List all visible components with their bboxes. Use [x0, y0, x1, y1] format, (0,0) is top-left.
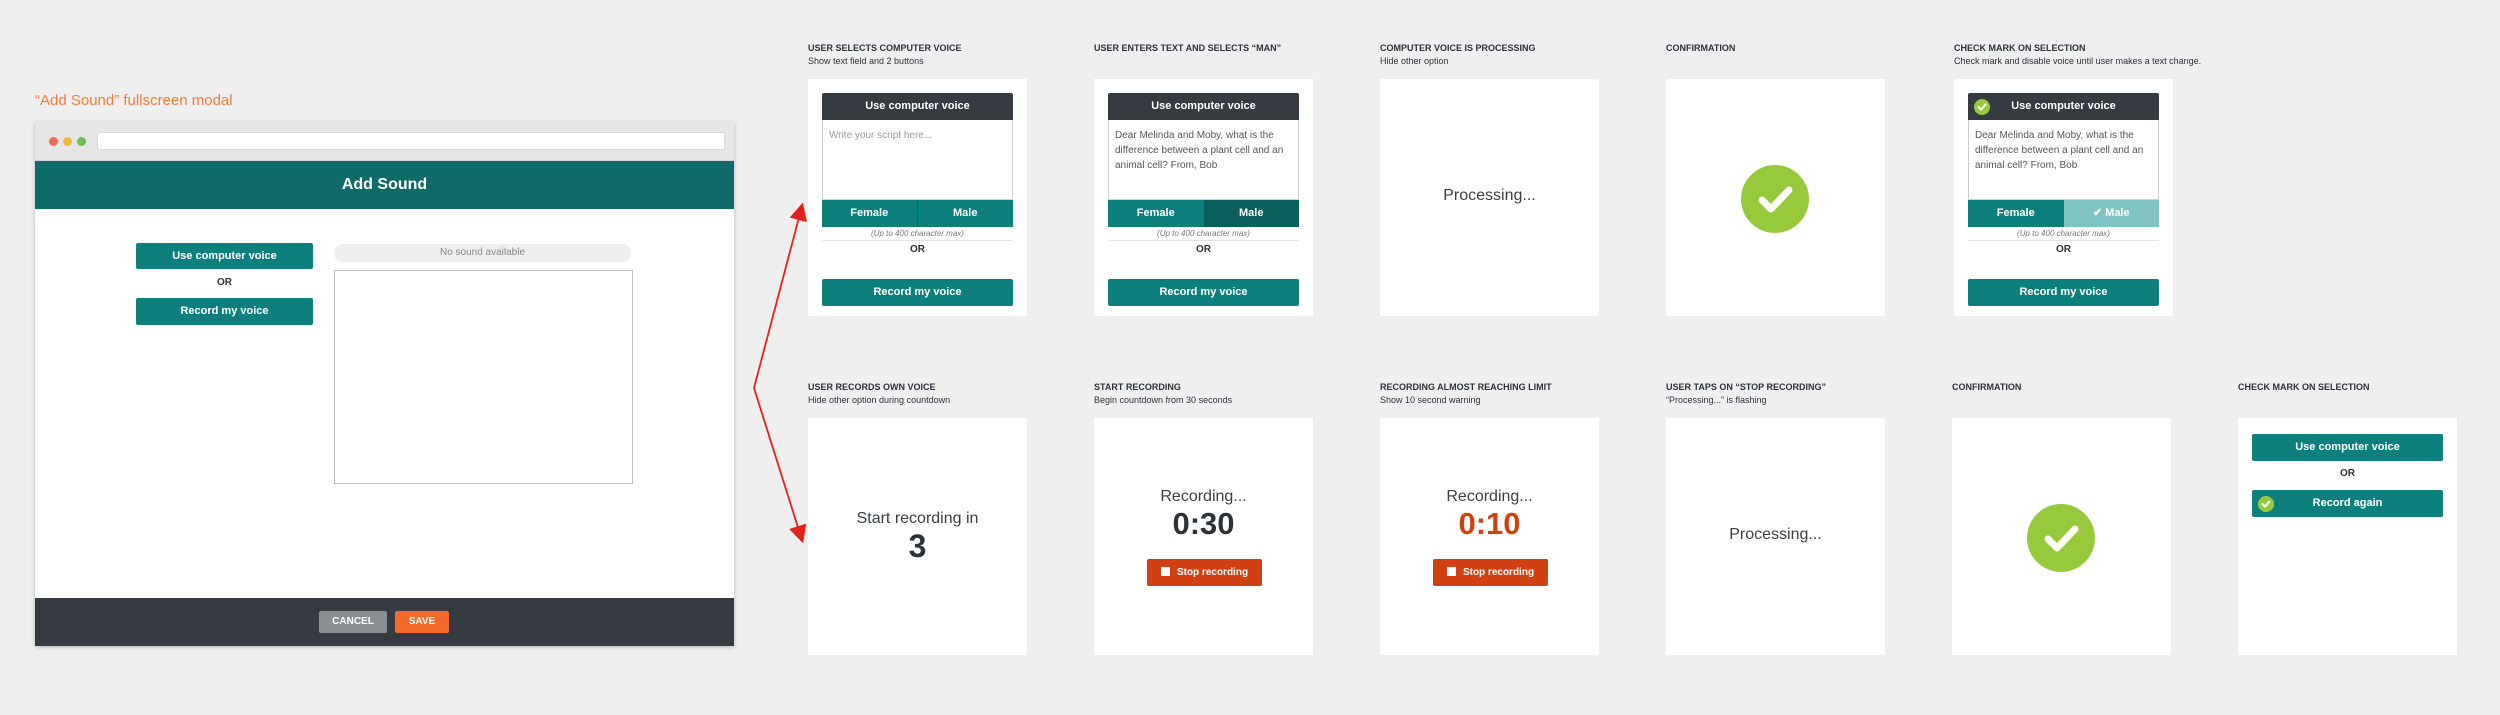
computer-voice-header[interactable]: Use computer voice	[822, 93, 1013, 120]
card-confirmation	[1666, 79, 1885, 316]
male-button-selected[interactable]: Male	[1203, 200, 1299, 227]
caption-confirmation-2: CONFIRMATION	[1952, 382, 2022, 392]
script-textarea[interactable]: Dear Melinda and Moby, what is the diffe…	[1108, 120, 1299, 200]
caption-almost-limit: RECORDING ALMOST REACHING LIMIT Show 10 s…	[1380, 382, 1552, 405]
script-textarea[interactable]: Dear Melinda and Moby, what is the diffe…	[1968, 120, 2159, 200]
caption-processing: COMPUTER VOICE IS PROCESSING Hide other o…	[1380, 43, 1536, 66]
arrow-to-record-voice	[753, 387, 807, 544]
card-almost-limit: Recording... 0:10 Stop recording	[1380, 418, 1599, 655]
recording-timer: 0:30	[1172, 506, 1235, 541]
arrow-to-computer-voice	[753, 202, 808, 389]
char-limit-hint: (Up to 400 character max)	[2017, 229, 2110, 238]
caption-select-computer-voice: USER SELECTS COMPUTER VOICE Show text fie…	[808, 43, 962, 66]
caption-check-mark: CHECK MARK ON SELECTION Check mark and di…	[1954, 43, 2202, 66]
check-circle-icon	[2027, 504, 2095, 572]
card-check-mark: Use computer voice Dear Melinda and Moby…	[1954, 79, 2173, 316]
caption-confirmation: CONFIRMATION	[1666, 43, 1736, 53]
check-circle-icon	[1741, 165, 1809, 233]
recording-status: Recording...	[1446, 488, 1533, 505]
or-divider: OR	[1968, 240, 2159, 255]
caption-start-recording: START RECORDING Begin countdown from 30 s…	[1094, 382, 1233, 405]
card-select-computer-voice: Use computer voice Write your script her…	[808, 79, 1027, 316]
card-confirmation-2	[1952, 418, 2171, 655]
card-enter-text: Use computer voice Dear Melinda and Moby…	[1094, 79, 1313, 316]
or-divider: OR	[2340, 468, 2355, 479]
use-computer-voice-button[interactable]: Use computer voice	[2252, 434, 2443, 461]
voice-gender-toggle: Female ✔ Male	[1968, 200, 2159, 227]
recording-timer-warning: 0:10	[1458, 506, 1521, 541]
card-countdown: Start recording in 3	[808, 418, 1027, 655]
caption-enter-text: USER ENTERS TEXT AND SELECTS “MAN”	[1094, 43, 1282, 53]
stop-icon	[1446, 567, 1456, 576]
caption-stop-recording: USER TAPS ON “STOP RECORDING” “Processing…	[1666, 382, 1827, 405]
card-processing: Processing...	[1380, 79, 1599, 316]
caption-check-mark-2: CHECK MARK ON SELECTION	[2238, 382, 2370, 392]
check-icon: ✔	[2092, 207, 2106, 219]
female-button[interactable]: Female	[1968, 200, 2064, 227]
record-my-voice-button[interactable]: Record my voice	[1108, 279, 1299, 306]
female-button[interactable]: Female	[822, 200, 918, 227]
card-processing-recording: Processing...	[1666, 418, 1885, 655]
computer-voice-header[interactable]: Use computer voice	[1968, 93, 2159, 120]
countdown-label: Start recording in	[856, 510, 979, 527]
char-limit-hint: (Up to 400 character max)	[871, 229, 964, 238]
voice-gender-toggle: Female Male	[1108, 200, 1299, 227]
male-button[interactable]: Male	[917, 200, 1013, 227]
record-my-voice-button[interactable]: Record my voice	[1968, 279, 2159, 306]
or-divider: OR	[822, 240, 1013, 255]
stop-recording-button[interactable]: Stop recording	[1433, 559, 1548, 586]
or-divider: OR	[1108, 240, 1299, 255]
record-my-voice-button[interactable]: Record my voice	[822, 279, 1013, 306]
processing-text: Processing...	[1729, 526, 1822, 543]
male-button-disabled: ✔ Male	[2063, 200, 2159, 227]
computer-voice-header[interactable]: Use computer voice	[1108, 93, 1299, 120]
voice-gender-toggle: Female Male	[822, 200, 1013, 227]
caption-records-own-voice: USER RECORDS OWN VOICE Hide other option …	[808, 382, 951, 405]
char-limit-hint: (Up to 400 character max)	[1157, 229, 1250, 238]
processing-text: Processing...	[1443, 187, 1536, 204]
card-start-recording: Recording... 0:30 Stop recording	[1094, 418, 1313, 655]
record-again-button[interactable]: Record again	[2252, 490, 2443, 517]
check-circle-icon	[2258, 495, 2274, 512]
card-check-mark-2: Use computer voice OR Record again	[2238, 418, 2457, 655]
recording-status: Recording...	[1160, 488, 1247, 505]
countdown-value: 3	[908, 528, 927, 564]
check-circle-icon	[1974, 98, 1990, 115]
stop-icon	[1160, 567, 1170, 576]
script-textarea[interactable]: Write your script here...	[822, 120, 1013, 200]
stop-recording-button[interactable]: Stop recording	[1147, 559, 1262, 586]
female-button[interactable]: Female	[1108, 200, 1204, 227]
